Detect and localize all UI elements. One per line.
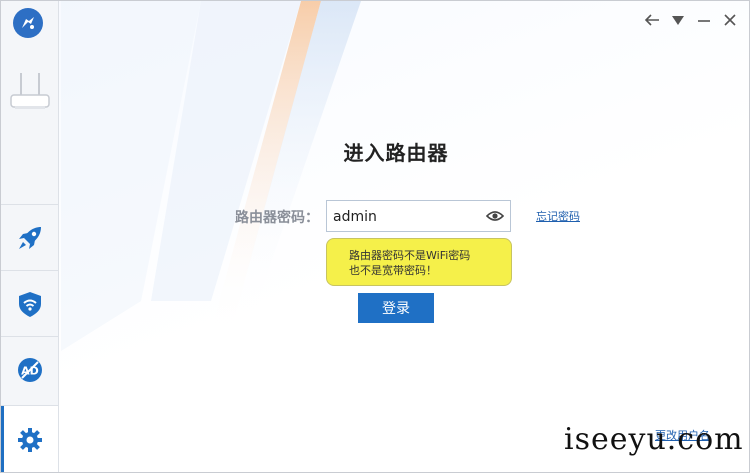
back-arrow-icon xyxy=(644,14,659,26)
sidebar-item-ad-block[interactable]: AD xyxy=(1,336,58,402)
rocket-icon xyxy=(18,226,41,249)
dropdown-triangle-icon xyxy=(672,16,684,25)
password-field-container xyxy=(326,200,511,232)
wifi-shield-icon xyxy=(18,291,41,317)
forgot-password-link[interactable]: 忘记密码 xyxy=(536,208,580,224)
titlebar-controls xyxy=(643,11,739,29)
app-logo xyxy=(13,8,43,38)
close-icon xyxy=(724,14,736,26)
sidebar-item-wifi-security[interactable] xyxy=(1,270,58,336)
ad-block-icon: AD xyxy=(17,357,42,382)
minimize-button[interactable] xyxy=(695,11,713,29)
router-device-icon xyxy=(7,69,53,115)
watermark-text: iseeyu.com xyxy=(564,422,744,457)
page-title: 进入路由器 xyxy=(343,141,449,165)
gear-icon xyxy=(17,428,42,452)
app-window: AD xyxy=(0,0,750,473)
minimize-icon xyxy=(698,20,710,22)
password-tip-bubble: 路由器密码不是WiFi密码 也不是宽带密码！ xyxy=(326,238,512,286)
sidebar-item-settings[interactable] xyxy=(1,405,58,472)
login-button[interactable]: 登录 xyxy=(358,293,434,323)
eye-icon[interactable] xyxy=(486,208,504,224)
tip-line-2: 也不是宽带密码！ xyxy=(349,264,437,277)
sidebar: AD xyxy=(1,1,59,472)
logo-icon xyxy=(22,17,34,29)
sidebar-item-speedup[interactable] xyxy=(1,204,58,270)
tip-line-1: 路由器密码不是WiFi密码 xyxy=(349,249,471,262)
password-label: 路由器密码： xyxy=(235,210,319,226)
background-decoration xyxy=(61,1,361,351)
close-button[interactable] xyxy=(721,11,739,29)
back-button[interactable] xyxy=(643,11,661,29)
password-input[interactable] xyxy=(331,204,485,230)
menu-dropdown-button[interactable] xyxy=(669,11,687,29)
